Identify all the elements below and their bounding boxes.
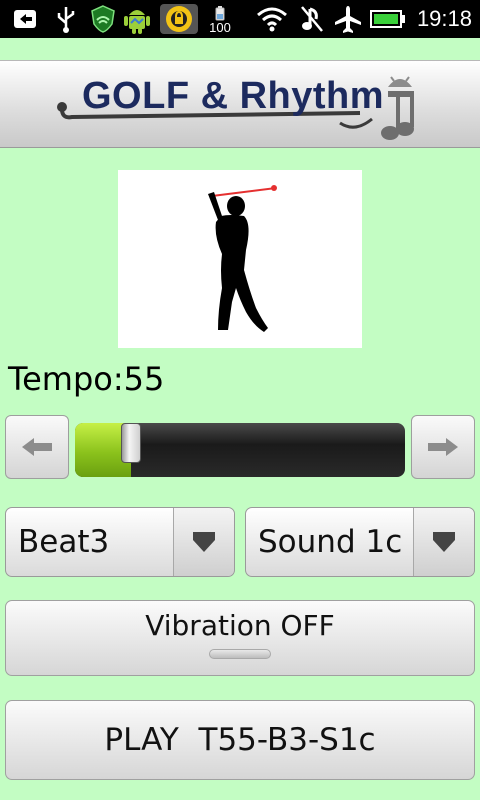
golfer-silhouette-icon (208, 185, 277, 332)
app-title: GOLF & Rhythm (82, 75, 385, 117)
sound-spinner[interactable]: Sound 1c (245, 507, 475, 577)
sound-dropdown-button[interactable] (413, 508, 474, 576)
tempo-slider-thumb[interactable] (121, 423, 141, 463)
wifi-icon (254, 4, 290, 34)
lock-app-icon (160, 4, 198, 34)
beat-dropdown-button[interactable] (173, 508, 234, 576)
battery-icon (370, 4, 406, 34)
play-button-label: PLAY T55-B3-S1c (104, 722, 376, 758)
usb-icon (52, 4, 80, 34)
vibration-indicator (209, 649, 271, 659)
tempo-label: Tempo:55 (8, 360, 165, 398)
status-bar: 100 19:18 (0, 0, 480, 38)
back-arrow-icon (8, 4, 42, 34)
tempo-increase-button[interactable] (411, 415, 475, 479)
beat-spinner-value: Beat3 (18, 524, 110, 560)
sound-spinner-value: Sound 1c (258, 524, 403, 560)
beat-spinner[interactable]: Beat3 (5, 507, 235, 577)
tempo-decrease-button[interactable] (5, 415, 69, 479)
android-icon (120, 4, 154, 34)
airplane-mode-icon (332, 4, 364, 34)
chevron-down-icon (193, 532, 215, 552)
battery-percent-label: 100 (209, 19, 231, 35)
app-header: GOLF & Rhythm (0, 60, 480, 148)
vibration-toggle-button[interactable]: Vibration OFF (5, 600, 475, 676)
clock-time: 19:18 (416, 6, 472, 31)
chevron-down-icon (433, 532, 455, 552)
battery-widget-icon: 100 (203, 4, 237, 34)
golfer-silhouette-image (118, 170, 362, 348)
left-arrow-icon (22, 438, 52, 456)
shield-signal-icon (88, 4, 118, 34)
mute-icon (298, 4, 326, 34)
right-arrow-icon (428, 438, 458, 456)
play-button[interactable]: PLAY T55-B3-S1c (5, 700, 475, 780)
vibration-toggle-label: Vibration OFF (145, 609, 335, 642)
